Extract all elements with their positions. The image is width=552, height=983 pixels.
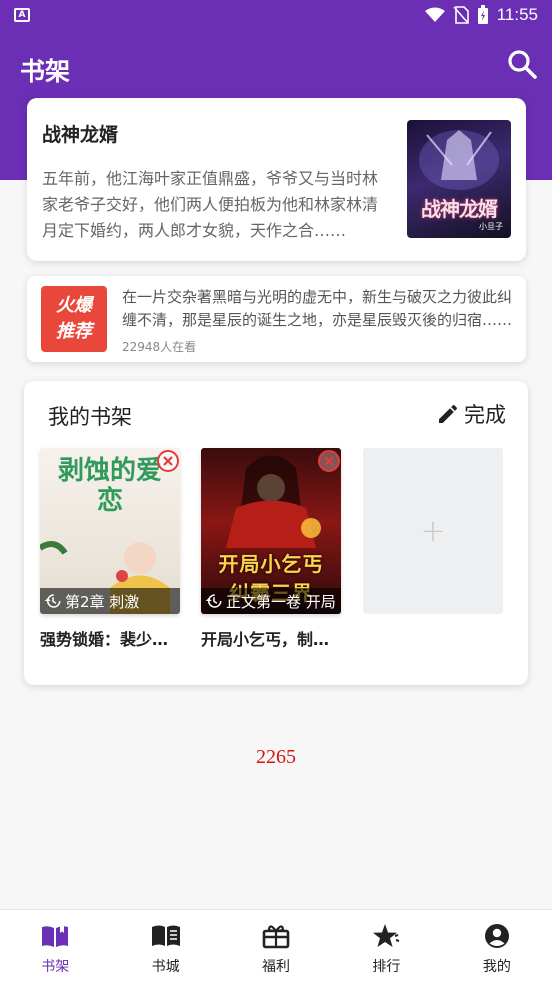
progress-text: 正文第一卷 开局 <box>226 592 336 611</box>
done-label: 完成 <box>464 403 506 427</box>
book-title: 开局小乞丐，制霸三界 <box>201 630 341 649</box>
no-sim-icon <box>453 6 469 24</box>
remove-icon <box>318 450 340 472</box>
remove-book-button[interactable] <box>317 449 341 473</box>
bookshelf-card: 我的书架 完成 剥蚀的爱恋 第2章 刺激 强势锁婚：裴少的 开局小乞丐 正文第一… <box>24 381 528 685</box>
featured-cover-author: 小旦子 <box>479 222 503 231</box>
book-cover[interactable]: 开局小乞丐 纠霸三界 正文第一卷 开局 <box>201 448 341 614</box>
search-button[interactable] <box>504 46 540 82</box>
nav-label: 书城 <box>151 959 180 975</box>
open-book-icon <box>42 925 69 947</box>
featured-book-card[interactable]: 战神龙婿 五年前，他江海叶家正值鼎盛，爷爷又与当时林家老爷子交好，他们两人便拍板… <box>27 98 526 261</box>
star-rank-icon <box>373 924 400 947</box>
promo-card[interactable]: 火爆 推荐 在一片交杂著黑暗与光明的虚无中，新生与破灭之力彼此纠缠不清，那是星辰… <box>27 276 526 362</box>
nav-item-ranking[interactable]: 排行 <box>331 910 441 983</box>
page-title: 书架 <box>20 57 71 86</box>
status-time: 11:55 <box>496 5 538 24</box>
shelf-book-2[interactable]: 开局小乞丐 纠霸三界 正文第一卷 开局 开局小乞丐，制霸三界 <box>201 448 341 650</box>
status-right: 11:55 <box>424 5 538 25</box>
badge-line-2: 推荐 <box>56 321 92 342</box>
reading-progress: 第2章 刺激 <box>40 588 180 614</box>
battery-icon <box>477 5 488 24</box>
edit-pencil-icon <box>439 404 458 423</box>
search-icon <box>508 50 537 79</box>
featured-book-title: 战神龙婿 <box>42 124 119 146</box>
bookshelf-title: 我的书架 <box>48 405 132 429</box>
nav-label: 福利 <box>262 959 291 975</box>
nav-label: 排行 <box>372 959 401 975</box>
book-title: 强势锁婚：裴少的宠妻 <box>40 630 180 649</box>
add-book-button[interactable]: + <box>363 448 503 614</box>
done-button[interactable]: 完成 <box>436 399 506 429</box>
remove-icon <box>157 450 179 472</box>
promo-description: 在一片交杂著黑暗与光明的虚无中，新生与破灭之力彼此纠缠不清，那是星辰的诞生之地，… <box>122 288 513 329</box>
app-notification-icon: A <box>14 8 30 22</box>
nav-item-rewards[interactable]: 福利 <box>221 910 331 983</box>
history-icon <box>205 594 222 608</box>
status-bar: A 11:55 <box>0 0 552 30</box>
nav-item-bookstore[interactable]: 书城 <box>110 910 220 983</box>
featured-book-cover: 战神龙婿 小旦子 <box>407 120 511 238</box>
history-icon <box>44 594 61 608</box>
book-icon <box>151 925 180 946</box>
nav-item-bookshelf[interactable]: 书架 <box>0 910 110 983</box>
status-left: A <box>14 8 30 22</box>
book-cover[interactable]: 剥蚀的爱恋 第2章 刺激 <box>40 448 180 614</box>
reading-progress: 正文第一卷 开局 <box>201 588 341 614</box>
user-icon <box>484 924 509 948</box>
add-icon: + <box>420 513 446 549</box>
nav-label: 我的 <box>482 959 511 975</box>
promo-reader-count: 22948人在看 <box>122 340 197 354</box>
featured-cover-title: 战神龙婿 <box>421 197 498 221</box>
gift-icon <box>262 925 290 949</box>
nav-label: 书架 <box>41 959 70 975</box>
remove-book-button[interactable] <box>156 449 180 473</box>
badge-line-1: 火爆 <box>56 295 92 316</box>
nav-item-profile[interactable]: 我的 <box>442 910 552 983</box>
counter-text: 2265 <box>256 746 296 768</box>
featured-book-description: 五年前，他江海叶家正值鼎盛，爷爷又与当时林家老爷子交好，他们两人便拍板为他和林家… <box>42 169 378 240</box>
wifi-icon <box>424 7 445 22</box>
progress-text: 第2章 刺激 <box>65 592 140 611</box>
bottom-nav: 书架 书城 福利 排行 我的 <box>0 909 552 983</box>
hot-recommend-badge: 火爆 推荐 <box>41 286 107 352</box>
shelf-book-1[interactable]: 剥蚀的爱恋 第2章 刺激 强势锁婚：裴少的 <box>40 448 180 650</box>
